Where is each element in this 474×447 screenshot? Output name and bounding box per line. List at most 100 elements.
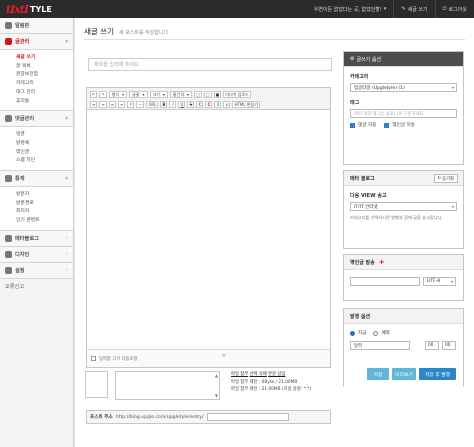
sidebar-subitem-tags[interactable]: 태그 관리 (16, 89, 73, 98)
sidebar-subitem-referers[interactable]: 방문경로 (16, 200, 73, 209)
sidebar-item-posts[interactable]: 글관리 ▾ (0, 34, 73, 50)
image-button[interactable]: □ (203, 91, 212, 98)
top-nav: 우연이든 없었다는 곳, 없었던할! ▾ ✎ 새글 쓰기 ⏻ 로그아웃 (307, 0, 474, 18)
scroll-up-icon[interactable]: ▲ (215, 373, 218, 378)
sidebar-subitem-trackbacks[interactable]: 엮인글 (16, 149, 73, 158)
category-value: 업글타일 (Upgletyle) (1) (354, 85, 405, 91)
publish-now-label: 지금 (358, 331, 367, 336)
sidebar-subitem-post-list[interactable]: 글 목록 (16, 63, 73, 72)
sync-button[interactable]: ↻ 동기화 (433, 174, 458, 183)
sidebar-subitem-drafts[interactable]: 글감보관함 (16, 71, 73, 80)
category-select[interactable]: 업글타일 (Upgletyle) (1) ▾ (350, 83, 457, 92)
align-left-button[interactable]: ≡ (90, 101, 98, 108)
tag-label: 태그 (350, 100, 360, 106)
chevron-down-icon: ▾ (142, 92, 145, 97)
italic-button[interactable]: I (169, 101, 177, 108)
save-button[interactable]: 저장 (367, 368, 389, 380)
sidebar-item-report-error[interactable]: 오류신고 (0, 279, 73, 295)
sidebar-subitem-visitors[interactable]: 방문자 (16, 191, 73, 200)
sidebar-subitem-trash[interactable]: 휴지통 (16, 98, 73, 107)
hr-button[interactable]: — (136, 101, 145, 108)
editor-toolbar: ↶ ↷ 형식 ▾ 글꼴 ▾ 크기 ▾ 줄간격 ▾ □ □ ■ 미디어 업로드 ≡ ≡ ≡… (87, 88, 330, 110)
sidebar-item-design[interactable]: 디자인 › (0, 246, 73, 263)
bg-color-button[interactable]: C (205, 101, 213, 108)
line-height-select[interactable]: 줄간격 ▾ (169, 91, 192, 98)
sidebar-subitem-comments[interactable]: 댓글 (16, 131, 73, 140)
sidebar-item-metablog[interactable]: 메타블로그 › (0, 230, 73, 247)
logo[interactable]: tIxtI TYLE (6, 3, 52, 16)
delete-selected-link[interactable]: 선택 삭제 (250, 372, 267, 377)
trackback-url-input[interactable] (350, 277, 420, 286)
trackback-allow-label: 엮인글 허용 (392, 123, 415, 128)
attachment-info: 파일 첨부 선택 삭제 본문 삽입 파일 첨부 제한 : 0Byte / 21.… (231, 371, 311, 394)
hour-input[interactable]: 00 (425, 341, 439, 350)
superscript-button[interactable]: X (214, 101, 222, 108)
publish-reserve-radio[interactable] (373, 330, 379, 336)
publish-reserve-label: 예약 (381, 331, 390, 336)
undo-button[interactable]: ↶ (90, 91, 98, 98)
trackback-allow-checkbox[interactable] (384, 122, 390, 128)
encoding-select[interactable]: UTF-8 ▾ (423, 277, 456, 286)
table-button[interactable]: □ (193, 91, 202, 98)
publish-now-radio[interactable] (350, 330, 355, 336)
daum-category-select[interactable]: IT/IT 인터넷 ▾ (350, 202, 457, 211)
sidebar-subitem-category[interactable]: 카테고리 (16, 80, 73, 89)
tag-input[interactable]: 여러 개의 태그는 쉼표(,)로 구분하세요 (350, 109, 457, 118)
underline-button[interactable]: U (178, 101, 186, 108)
editor: ↶ ↷ 형식 ▾ 글꼴 ▾ 크기 ▾ 줄간격 ▾ □ □ ■ 미디어 업로드 ≡ ≡ ≡… (86, 87, 331, 368)
link-button[interactable]: URL (146, 101, 159, 108)
sidebar-item-stats[interactable]: 통계 ▾ (0, 171, 73, 188)
post-address-input[interactable] (206, 413, 289, 421)
subscript-button[interactable]: x (223, 101, 231, 108)
media-upload-button[interactable]: 미디어 업로드 (223, 91, 251, 98)
meta-icon (5, 234, 12, 242)
size-select[interactable]: 크기 ▾ (149, 91, 168, 98)
sidebar-subitem-regions[interactable]: 최지자 (16, 208, 73, 217)
preview-button[interactable]: 미리보기 (392, 368, 416, 380)
refresh-icon: ↻ (437, 176, 442, 181)
font-select-label: 글꼴 (132, 91, 140, 97)
chevron-down-icon: ▾ (451, 85, 454, 90)
top-nav-logout[interactable]: ⏻ 로그아웃 (434, 0, 474, 18)
strike-button[interactable]: S (187, 101, 195, 108)
autosize-checkbox[interactable] (91, 356, 96, 361)
top-nav-blog-selector[interactable]: 우연이든 없었다는 곳, 없었던할! ▾ (307, 0, 394, 18)
redo-button[interactable]: ↷ (99, 91, 107, 98)
palette-icon (5, 250, 12, 258)
top-nav-new-post[interactable]: ✎ 새글 쓰기 (393, 0, 434, 18)
sync-button-label: 동기화 (442, 176, 454, 182)
sidebar-item-settings[interactable]: 설정 › (0, 262, 73, 279)
title-input[interactable]: 제목을 입력해 주세요 (88, 58, 332, 71)
attach-file-link[interactable]: 파일 첨부 (231, 372, 248, 377)
plus-icon[interactable]: + (379, 258, 385, 266)
bold-button[interactable]: B (160, 101, 168, 108)
font-select[interactable]: 글꼴 ▾ (129, 91, 148, 98)
format-select[interactable]: 형식 ▾ (108, 91, 128, 98)
sidebar-subitem-new-post[interactable]: 새글 쓰기 (16, 54, 73, 63)
resize-grip-icon[interactable]: ≡ (222, 353, 226, 359)
chevron-down-icon: ▾ (450, 279, 453, 284)
text-color-button[interactable]: C (196, 101, 204, 108)
scroll-down-icon[interactable]: ▼ (215, 393, 218, 398)
quote-button[interactable]: ❝ (127, 101, 135, 108)
comment-allow-checkbox[interactable] (350, 122, 355, 128)
sidebar-subitem-popular[interactable]: 인기 콘텐트 (16, 217, 73, 226)
html-editor-button[interactable]: HTML 편집기 (232, 101, 260, 108)
sidebar-subitem-spam[interactable]: 스팸 차단 (16, 157, 73, 166)
box-button[interactable]: ■ (213, 91, 222, 98)
minute-input[interactable]: 00 (442, 341, 456, 350)
save-publish-button[interactable]: 저장 후 발행 (419, 368, 456, 380)
sidebar-item-dashboard[interactable]: 알림판 (0, 18, 73, 34)
insert-body-link[interactable]: 본문 삽입 (268, 372, 285, 377)
align-right-button[interactable]: ≡ (108, 101, 117, 108)
align-center-button[interactable]: ≡ (99, 101, 107, 108)
attachment-list[interactable]: ▲ ▼ (115, 371, 220, 400)
sidebar-item-label: 메타블로그 (15, 235, 39, 242)
sidebar-subitem-guestbook[interactable]: 방명록 (16, 140, 73, 149)
align-justify-button[interactable]: ≡ (118, 101, 126, 108)
sidebar-item-comments[interactable]: 댓글관리 ▾ (0, 111, 73, 128)
editor-body[interactable] (87, 110, 330, 349)
trackback-panel: 엮인글 발송 + UTF-8 ▾ (343, 254, 464, 301)
calendar-input[interactable]: 달력 (350, 341, 410, 350)
blog-selector-label: 우연이든 없었다는 곳, 없었던할! (313, 6, 382, 13)
